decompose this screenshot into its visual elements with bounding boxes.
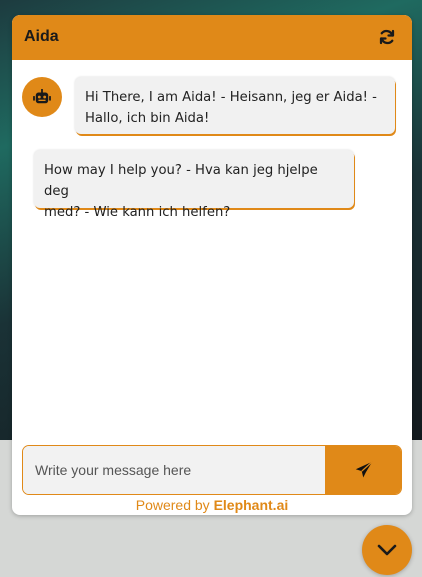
message-text-line: Hallo, ich bin Aida! (85, 111, 210, 126)
refresh-button[interactable] (376, 26, 398, 48)
message-composer (22, 445, 402, 495)
powered-by-prefix: Powered by (135, 497, 214, 513)
powered-by: Powered by Elephant.ai (12, 497, 412, 513)
chat-widget: Aida Hi There, I am Aida! - Heisann, jeg… (12, 15, 412, 515)
chat-title: Aida (24, 28, 59, 45)
message-text-line: med? - Wie kann ich helfen? (44, 205, 231, 220)
bot-avatar (22, 77, 62, 117)
send-button[interactable] (325, 446, 401, 494)
chat-toggle-button[interactable] (362, 525, 412, 575)
chevron-down-icon (377, 544, 397, 556)
chat-header: Aida (12, 15, 412, 60)
robot-icon (33, 89, 51, 104)
refresh-icon (379, 29, 395, 45)
message-text-line: Hi There, I am Aida! - Heisann, jeg er A… (85, 90, 377, 105)
message-input[interactable] (23, 446, 325, 494)
paper-plane-icon (355, 461, 373, 478)
bot-message: Hi There, I am Aida! - Heisann, jeg er A… (75, 77, 395, 134)
message-list: Hi There, I am Aida! - Heisann, jeg er A… (12, 60, 412, 445)
brand-link[interactable]: Elephant.ai (214, 497, 289, 513)
bot-message: How may I help you? - Hva kan jeg hjelpe… (34, 150, 354, 220)
message-text-line: How may I help you? - Hva kan jeg hjelpe… (44, 163, 318, 199)
